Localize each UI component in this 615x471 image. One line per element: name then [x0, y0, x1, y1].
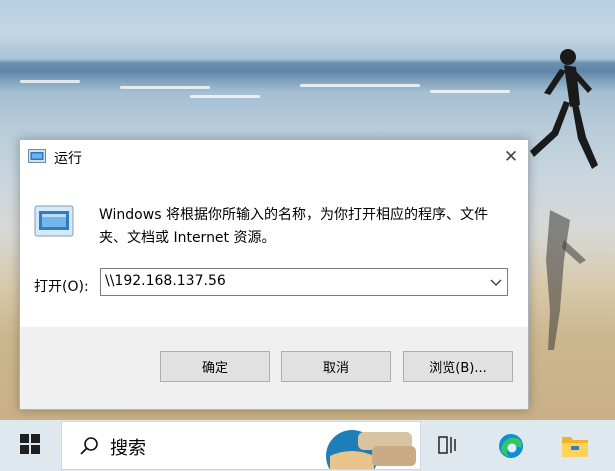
- wave-crest: [300, 84, 420, 87]
- browse-button[interactable]: 浏览(B)...: [403, 351, 513, 382]
- dialog-content: Windows 将根据你所输入的名称，为你打开相应的程序、文件夹、文档或 Int…: [20, 173, 528, 327]
- runner-reflection: [546, 210, 586, 350]
- file-explorer-icon[interactable]: [561, 433, 589, 459]
- search-placeholder: 搜索: [110, 438, 146, 459]
- taskbar: 搜索: [0, 420, 615, 471]
- dialog-description: Windows 将根据你所输入的名称，为你打开相应的程序、文件夹、文档或 Int…: [99, 207, 488, 246]
- task-view-icon[interactable]: [438, 435, 460, 455]
- run-app-icon: [28, 149, 46, 163]
- search-highlight-image: [326, 430, 416, 469]
- wave-crest: [190, 95, 260, 98]
- search-icon: [80, 437, 98, 455]
- open-input-value[interactable]: \\192.168.137.56: [105, 273, 226, 289]
- dialog-title: 运行: [54, 151, 82, 167]
- wave-crest: [430, 90, 510, 93]
- open-label: 打开(O):: [34, 279, 89, 295]
- cancel-button[interactable]: 取消: [281, 351, 391, 382]
- run-dialog: 运行 ✕ Windows 将根据你所输入的名称，为你打开相应的程序、文件夹、文档…: [19, 139, 529, 410]
- close-button[interactable]: ✕: [494, 140, 528, 173]
- taskbar-search-box[interactable]: 搜索: [61, 421, 421, 470]
- run-program-icon: [34, 205, 74, 237]
- windows-start-icon[interactable]: [20, 434, 40, 454]
- close-icon: ✕: [503, 146, 519, 167]
- wave-crest: [120, 86, 210, 89]
- edge-browser-icon[interactable]: [497, 432, 525, 460]
- open-combobox[interactable]: \\192.168.137.56: [100, 268, 508, 296]
- runner-silhouette: [530, 49, 598, 169]
- dialog-titlebar[interactable]: 运行 ✕: [20, 140, 528, 173]
- ok-button[interactable]: 确定: [160, 351, 270, 382]
- wave-crest: [20, 80, 80, 83]
- chevron-down-icon[interactable]: [488, 273, 504, 291]
